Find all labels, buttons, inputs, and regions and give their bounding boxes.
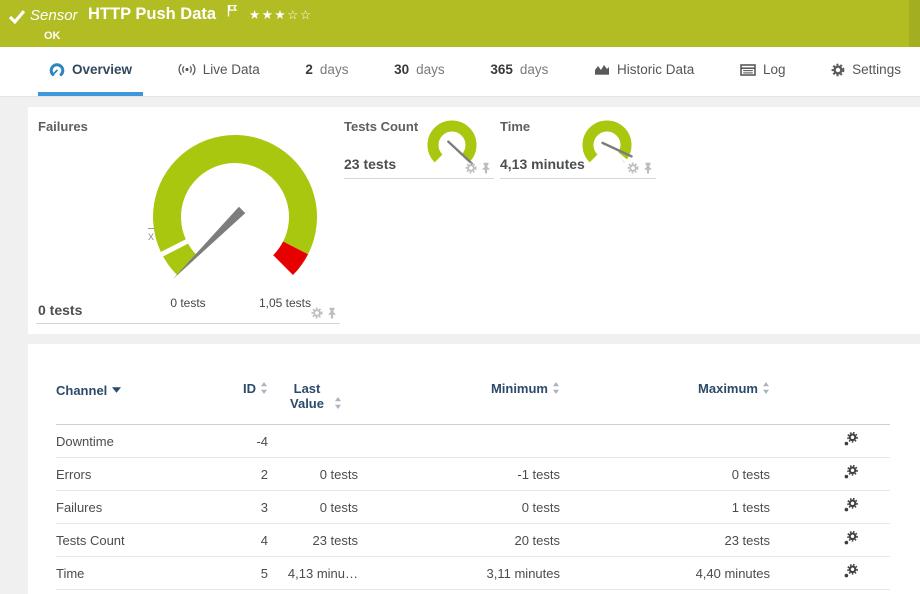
column-header-actions [770,381,890,425]
gauge-icon [49,62,65,78]
channel-last-value: 0 tests [268,491,358,524]
tab-settings[interactable]: Settings [820,47,912,96]
tab-30-days[interactable]: 30 days [383,47,456,96]
channel-table-panel: Channel ID Last Value Minimum Maximum [28,344,920,594]
channel-id: 2 [226,458,268,491]
channel-id: -4 [226,425,268,458]
tab-historic-data[interactable]: Historic Data [583,47,705,96]
channel-table: Channel ID Last Value Minimum Maximum [56,381,890,590]
gauge-title: Failures [38,119,88,134]
channel-row: Errors 2 0 tests -1 tests 0 tests [56,458,890,491]
priority-stars[interactable]: ★★★☆☆ [249,7,313,22]
column-header-last-value[interactable]: Last Value [268,381,358,425]
sensor-name: HTTP Push Data [88,5,216,24]
broadcast-icon [178,63,196,76]
sort-desc-icon [112,381,121,396]
gauge-current-value: 0 tests [38,302,82,318]
channel-settings-icon[interactable] [843,531,858,546]
channel-name: Tests Count [56,524,226,557]
channel-row: Time 5 4,13 minu… 3,11 minutes 4,40 minu… [56,557,890,590]
channel-name: Errors [56,458,226,491]
sort-icon [334,397,342,412]
gear-icon [831,63,845,77]
tab-log[interactable]: Log [729,47,797,96]
channel-row: Failures 3 0 tests 0 tests 1 tests [56,491,890,524]
gauge-pin-icon[interactable] [642,162,654,174]
gauge-pin-icon[interactable] [326,307,338,319]
channel-minimum: 3,11 minutes [358,557,560,590]
channel-maximum: 0 tests [560,458,770,491]
gauge-title: Tests Count [344,119,418,134]
gauges-panel: Failures x 0 tests 1,05 tests 0 tests [28,107,920,334]
sensor-status-badge: OK [44,30,61,42]
sort-icon [552,382,560,397]
channel-minimum [358,425,560,458]
column-header-minimum[interactable]: Minimum [358,381,560,425]
gauge-settings-gear-icon[interactable] [627,162,639,174]
gauge-pin-icon[interactable] [480,162,492,174]
channel-minimum: 20 tests [358,524,560,557]
channel-settings-icon[interactable] [843,432,858,447]
gauge-tile-failures: Failures x 0 tests 1,05 tests 0 tests [36,115,340,324]
column-header-id[interactable]: ID [226,381,268,425]
gauge-scale-min: 0 tests [153,296,223,310]
gauge-title: Time [500,119,530,134]
sort-icon [260,382,268,397]
gauge-scale-max: 1,05 tests [250,296,320,310]
failures-gauge[interactable] [130,125,340,305]
stars-filled[interactable]: ★★★ [249,7,287,22]
channel-row: Downtime -4 [56,425,890,458]
gauge-tile-time: Time 4,13 minutes [500,115,656,179]
tab-365-days[interactable]: 365 days [479,47,559,96]
channel-minimum: -1 tests [358,458,560,491]
priority-flag-icon[interactable] [227,4,238,22]
object-kind-label: Sensor [30,7,78,24]
mean-marker-label: x [148,229,154,243]
channel-row: Tests Count 4 23 tests 20 tests 23 tests [56,524,890,557]
channel-maximum: 23 tests [560,524,770,557]
channel-id: 5 [226,557,268,590]
tab-overview[interactable]: Overview [38,47,143,96]
channel-settings-icon[interactable] [843,465,858,480]
sensor-overview-page: Sensor HTTP Push Data ★★★☆☆ OK Overview … [0,0,920,594]
channel-name: Downtime [56,425,226,458]
channel-maximum [560,425,770,458]
channel-last-value: 23 tests [268,524,358,557]
channel-id: 3 [226,491,268,524]
channel-last-value [268,425,358,458]
sort-icon [762,382,770,397]
titlebar-edge-shadow [909,0,920,47]
gauge-current-value: 23 tests [344,156,396,172]
stars-empty[interactable]: ☆☆ [287,7,312,22]
log-list-icon [740,64,756,76]
gauge-current-value: 4,13 minutes [500,156,585,172]
sensor-titlebar: Sensor HTTP Push Data ★★★☆☆ OK [0,0,920,47]
channel-last-value: 0 tests [268,458,358,491]
channel-last-value: 4,13 minu… [268,557,358,590]
channel-settings-icon[interactable] [843,498,858,513]
channel-maximum: 1 tests [560,491,770,524]
channel-name: Time [56,557,226,590]
channel-minimum: 0 tests [358,491,560,524]
channel-maximum: 4,40 minutes [560,557,770,590]
tab-2-days[interactable]: 2 days [294,47,359,96]
column-header-channel[interactable]: Channel [56,381,226,425]
channel-name: Failures [56,491,226,524]
gauge-settings-gear-icon[interactable] [465,162,477,174]
gauge-tile-tests-count: Tests Count 23 tests [344,115,494,179]
status-ok-check-icon [8,9,26,29]
channel-settings-icon[interactable] [843,564,858,579]
channel-id: 4 [226,524,268,557]
area-chart-icon [594,63,610,76]
tab-bar: Overview Live Data 2 days 30 days 365 da… [0,47,920,97]
column-header-maximum[interactable]: Maximum [560,381,770,425]
gauge-settings-gear-icon[interactable] [311,307,323,319]
tab-live-data[interactable]: Live Data [167,47,271,96]
